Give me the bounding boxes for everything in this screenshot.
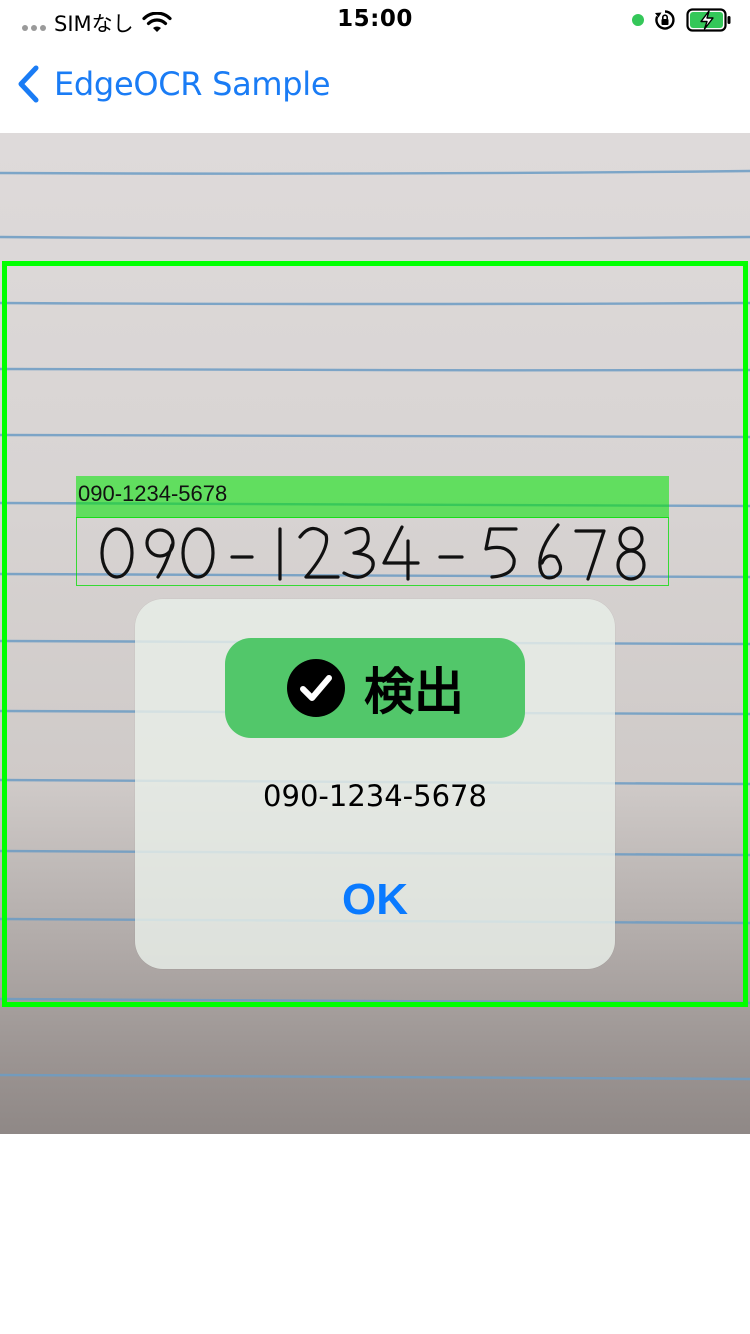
rotation-lock-icon (655, 10, 675, 30)
detected-status-label: 検出 (364, 663, 464, 721)
status-right (632, 8, 732, 32)
detection-alert: 検出 090-1234-5678 OK (135, 599, 615, 969)
battery-charging-icon (686, 8, 731, 32)
handwritten-phone-number (100, 523, 646, 581)
navigation-bar: EdgeOCR Sample (0, 44, 750, 132)
detected-status-pill: 検出 (225, 638, 525, 738)
status-bar: SIMなし 15:00 (0, 0, 750, 44)
ok-button[interactable]: OK (275, 863, 475, 937)
chevron-left-icon (18, 65, 39, 103)
back-button[interactable]: EdgeOCR Sample (16, 60, 331, 108)
nav-title: EdgeOCR Sample (54, 65, 331, 103)
alert-message: 090-1234-5678 (263, 779, 487, 813)
mic-indicator-dot (632, 14, 644, 26)
checkmark-circle-icon (287, 659, 345, 717)
detection-label: 090-1234-5678 (78, 481, 228, 506)
